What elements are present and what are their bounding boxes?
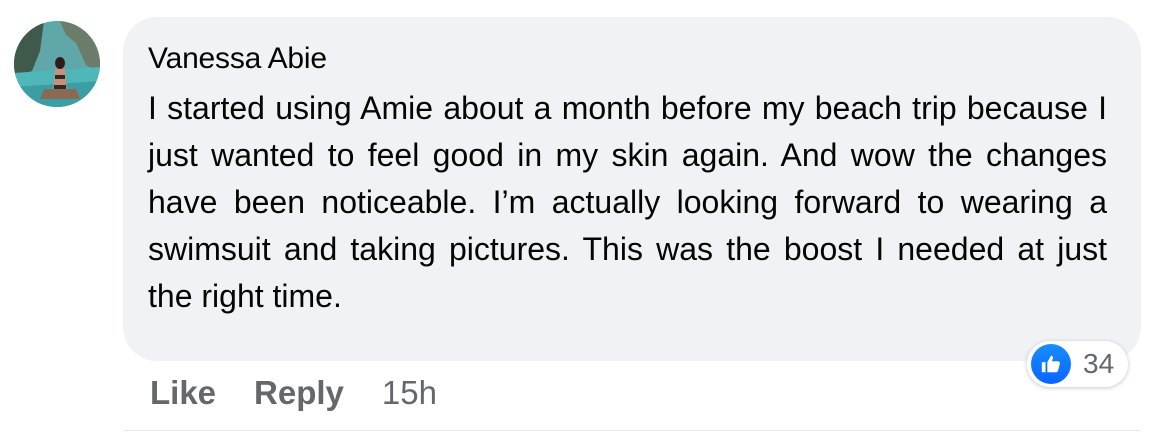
- avatar-photo: [14, 21, 100, 107]
- comment-actions: Like Reply 15h: [150, 374, 437, 412]
- reaction-count: 34: [1083, 348, 1115, 379]
- comment-author[interactable]: Vanessa Abie: [148, 41, 1107, 77]
- divider: [123, 430, 1141, 431]
- comment: Vanessa Abie I started using Amie about …: [0, 0, 1160, 432]
- comment-bubble: Vanessa Abie I started using Amie about …: [123, 17, 1141, 361]
- reaction-summary[interactable]: 34: [1027, 341, 1129, 387]
- comment-text: I started using Amie about a month befor…: [148, 90, 1107, 314]
- avatar[interactable]: [14, 21, 100, 107]
- reply-button[interactable]: Reply: [254, 374, 344, 412]
- comment-timestamp[interactable]: 15h: [382, 374, 437, 412]
- like-button[interactable]: Like: [150, 374, 216, 412]
- thumbs-up-icon: [1031, 344, 1071, 384]
